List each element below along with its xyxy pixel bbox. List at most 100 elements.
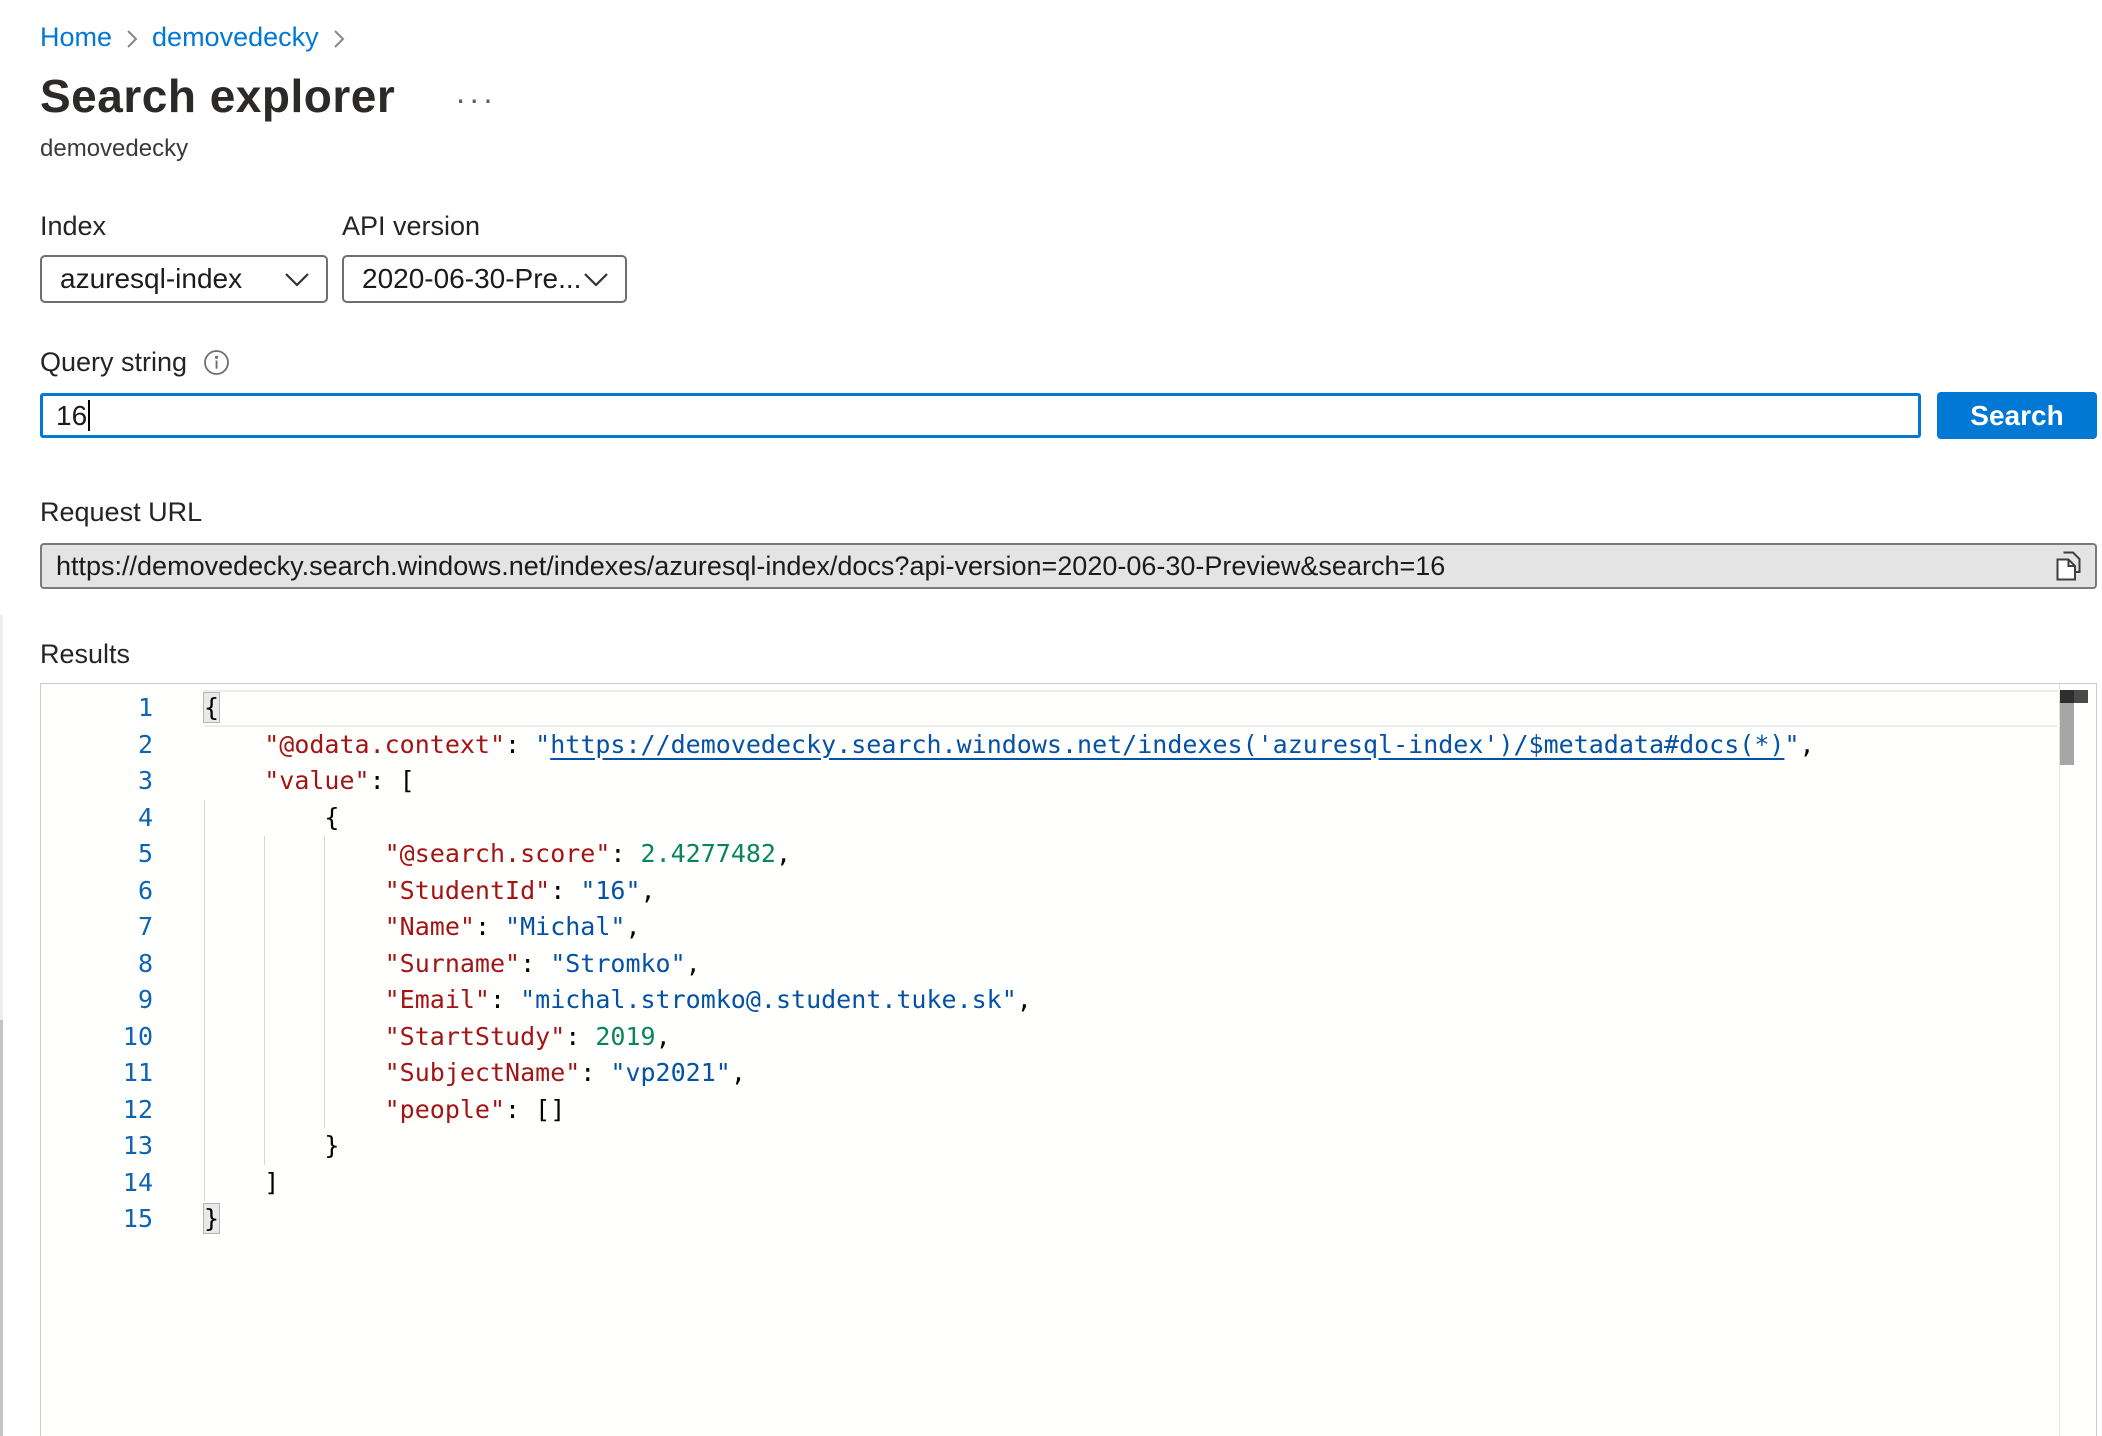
code-line: 7 "Name": "Michal", — [41, 909, 2058, 946]
line-content: } — [204, 1201, 2058, 1238]
code-line: 6 "StudentId": "16", — [41, 873, 2058, 910]
code-line: 9 "Email": "michal.stromko@.student.tuke… — [41, 982, 2058, 1019]
chevron-right-icon — [125, 28, 139, 50]
indent-guide — [204, 800, 205, 837]
line-content: "StartStudy": 2019, — [204, 1019, 2058, 1056]
indent-guide — [264, 1128, 265, 1165]
line-content: "@odata.context": "https://demovedecky.s… — [204, 727, 2058, 764]
indent-guide — [324, 946, 325, 983]
indent-guide — [204, 1128, 205, 1165]
code-line: 13 } — [41, 1128, 2058, 1165]
line-content: "StudentId": "16", — [204, 873, 2058, 910]
page-scrollbar-track[interactable] — [0, 615, 3, 1436]
page-scrollbar-thumb[interactable] — [0, 1020, 3, 1436]
json-link-token[interactable]: https://demovedecky.search.windows.net/i… — [550, 730, 1784, 759]
json-token: "StudentId" — [385, 876, 551, 905]
line-content: "people": [] — [204, 1092, 2058, 1129]
json-token: , — [686, 949, 701, 978]
line-number: 13 — [41, 1128, 204, 1165]
code-line: 8 "Surname": "Stromko", — [41, 946, 2058, 983]
json-token: "people" — [385, 1095, 505, 1124]
more-actions-button[interactable]: ··· — [455, 83, 496, 123]
indent-guide — [324, 836, 325, 873]
line-number: 5 — [41, 836, 204, 873]
indent-guide — [264, 1055, 265, 1092]
api-version-dropdown[interactable]: 2020-06-30-Pre... — [342, 255, 627, 303]
indent-guide — [204, 909, 205, 946]
chevron-down-icon — [583, 272, 609, 287]
page-title: Search explorer — [40, 69, 395, 123]
query-string-input[interactable]: 16 — [40, 393, 1921, 438]
indent-guide — [324, 982, 325, 1019]
code-line: 12 "people": [] — [41, 1092, 2058, 1129]
json-token: , — [656, 1022, 671, 1051]
indent-guide — [204, 982, 205, 1019]
indent-guide — [324, 1019, 325, 1056]
code-line: 10 "StartStudy": 2019, — [41, 1019, 2058, 1056]
indent-guide — [204, 873, 205, 910]
json-token: "michal.stromko@.student.tuke.sk" — [520, 985, 1017, 1014]
search-button[interactable]: Search — [1937, 392, 2097, 439]
code-line: 1{ — [41, 690, 2058, 727]
indent-guide — [204, 1092, 205, 1129]
json-token: , — [1800, 730, 1815, 759]
copy-icon[interactable] — [2053, 548, 2083, 584]
index-dropdown[interactable]: azuresql-index — [40, 255, 328, 303]
json-token: "@search.score" — [385, 839, 611, 868]
json-token: : — [490, 985, 520, 1014]
json-token: " — [1784, 730, 1799, 759]
search-explorer-blade: Home demovedecky Search explorer ··· dem… — [0, 0, 2097, 1436]
json-token: { — [324, 803, 339, 832]
code-line: 5 "@search.score": 2.4277482, — [41, 836, 2058, 873]
line-number: 15 — [41, 1201, 204, 1238]
json-token: : [ — [370, 766, 415, 795]
json-token: 2.4277482 — [641, 839, 776, 868]
json-token: "Email" — [385, 985, 490, 1014]
indent-guide — [264, 1019, 265, 1056]
breadcrumb-home-link[interactable]: Home — [40, 22, 112, 53]
query-string-value: 16 — [56, 400, 87, 432]
api-version-dropdown-value: 2020-06-30-Pre... — [362, 263, 581, 295]
line-number: 12 — [41, 1092, 204, 1129]
line-content: "@search.score": 2.4277482, — [204, 836, 2058, 873]
json-token: "value" — [264, 766, 369, 795]
request-url-label: Request URL — [40, 497, 2097, 528]
index-dropdown-value: azuresql-index — [60, 263, 242, 295]
code-line: 15} — [41, 1201, 2058, 1238]
json-token: : — [505, 730, 535, 759]
request-url-value: https://demovedecky.search.windows.net/i… — [56, 551, 1445, 582]
results-code-editor[interactable]: 1{2 "@odata.context": "https://demovedec… — [40, 683, 2097, 1436]
indent-guide — [204, 946, 205, 983]
line-number: 14 — [41, 1165, 204, 1202]
line-number: 3 — [41, 763, 204, 800]
chevron-down-icon — [284, 272, 310, 287]
line-number: 8 — [41, 946, 204, 983]
indent-guide — [264, 946, 265, 983]
api-version-label: API version — [342, 211, 632, 242]
line-content: "Name": "Michal", — [204, 909, 2058, 946]
json-token: ] — [264, 1168, 279, 1197]
request-url-field[interactable]: https://demovedecky.search.windows.net/i… — [40, 543, 2097, 589]
indent-guide — [324, 1092, 325, 1129]
json-token: : — [475, 912, 505, 941]
line-content: "SubjectName": "vp2021", — [204, 1055, 2058, 1092]
json-token: , — [731, 1058, 746, 1087]
editor-vertical-scrollbar-thumb[interactable] — [2060, 703, 2074, 765]
line-content: } — [204, 1128, 2058, 1165]
code-line: 11 "SubjectName": "vp2021", — [41, 1055, 2058, 1092]
info-icon[interactable] — [203, 349, 230, 376]
json-token: : — [550, 876, 580, 905]
json-token: "SubjectName" — [385, 1058, 581, 1087]
code-line: 3 "value": [ — [41, 763, 2058, 800]
line-number: 4 — [41, 800, 204, 837]
page-subtitle: demovedecky — [40, 135, 2097, 163]
breadcrumb-demovedecky-link[interactable]: demovedecky — [152, 22, 319, 53]
line-content: "Email": "michal.stromko@.student.tuke.s… — [204, 982, 2058, 1019]
text-caret — [88, 400, 90, 431]
line-number: 10 — [41, 1019, 204, 1056]
json-token: : [] — [505, 1095, 565, 1124]
results-label: Results — [40, 639, 2097, 670]
line-number: 1 — [41, 690, 204, 727]
json-token: } — [204, 1204, 219, 1233]
index-label: Index — [40, 211, 342, 242]
